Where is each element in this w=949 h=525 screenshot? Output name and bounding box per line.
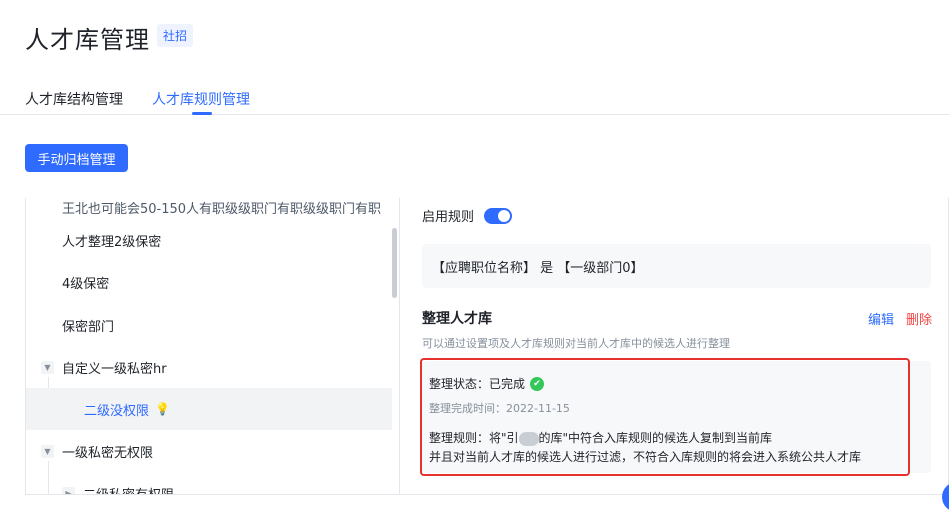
lightbulb-icon[interactable]: 💡	[155, 402, 170, 416]
tree-scrollbar[interactable]	[392, 228, 397, 298]
chevron-right-icon[interactable]: ▶	[62, 486, 75, 494]
enable-rule-toggle[interactable]	[484, 207, 513, 224]
edit-link[interactable]: 编辑	[868, 309, 894, 328]
tree-item-label: 王北也可能会50-150人有职级级职门有职级级职门有职	[62, 201, 382, 217]
tree-item[interactable]: ▼ 一级私密无权限	[26, 430, 392, 472]
delete-link[interactable]: 删除	[906, 309, 932, 328]
tree-item[interactable]: ▶ 二级私密有权限	[26, 472, 392, 495]
tree-item-label: 二级没权限	[84, 403, 150, 419]
tree-item-label: 一级私密无权限	[62, 445, 154, 461]
tree-item-label: 保密部门	[62, 319, 115, 335]
tab-structure-management[interactable]: 人才库结构管理	[25, 89, 123, 109]
tab-bar: 人才库结构管理 人才库规则管理	[0, 86, 949, 115]
tree-item-label: 4级保密	[62, 276, 110, 292]
tab-rule-management[interactable]: 人才库规则管理	[152, 89, 250, 109]
tree-item[interactable]: 人才整理2级保密	[26, 219, 392, 261]
tree-item-label: 自定义一级私密hr	[62, 361, 167, 377]
chevron-down-icon[interactable]: ▼	[41, 444, 54, 458]
manual-archive-button[interactable]: 手动归档管理	[25, 144, 128, 172]
recruit-type-badge: 社招	[157, 24, 194, 47]
tree-item[interactable]: ▼ 自定义一级私密hr	[26, 346, 392, 388]
section-title: 整理人才库	[422, 311, 492, 327]
enable-rule-row: 启用规则	[422, 206, 513, 225]
highlight-frame	[420, 358, 910, 476]
chevron-down-icon[interactable]: ▼	[41, 360, 54, 374]
active-tab-indicator	[192, 112, 212, 115]
tree-item-label: 人才整理2级保密	[62, 234, 162, 250]
library-tree: 王北也可能会50-150人有职级级职门有职级级职门有职 人才整理2级保密 4级保…	[26, 198, 400, 495]
tree-item-label: 二级私密有权限	[83, 487, 175, 495]
tree-item-selected[interactable]: 二级没权限 💡	[26, 388, 392, 430]
tree-item[interactable]: 保密部门	[26, 304, 392, 346]
page-title: 人才库管理	[25, 26, 150, 54]
rule-detail: 启用规则 【应聘职位名称】 是 【一级部门0】 整理人才库 编辑 删除 可以通过…	[401, 198, 948, 494]
section-description: 可以通过设置项及人才库规则对当前人才库中的候选人进行整理	[422, 337, 730, 350]
enable-rule-label: 启用规则	[422, 210, 475, 225]
rule-panel: 王北也可能会50-150人有职级级职门有职级级职门有职 人才整理2级保密 4级保…	[25, 198, 949, 495]
tree-item[interactable]: 4级保密	[26, 261, 392, 303]
rule-condition: 【应聘职位名称】 是 【一级部门0】	[422, 244, 931, 288]
